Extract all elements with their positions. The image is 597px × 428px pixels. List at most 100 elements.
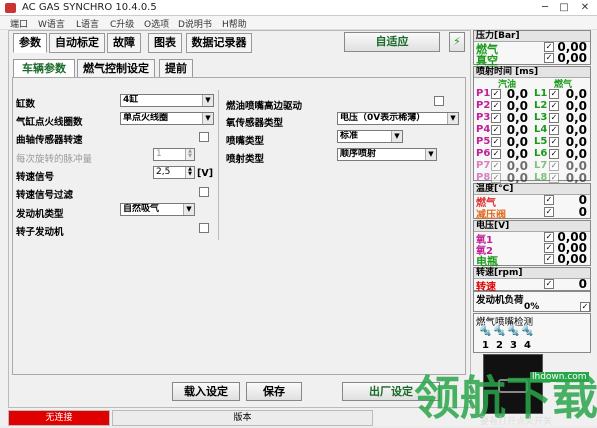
injector-2-icon[interactable]: 🔩 — [493, 326, 505, 337]
tab-faults[interactable]: 故障 — [107, 33, 141, 53]
gas-injector-checkbox[interactable]: ✓ — [549, 137, 559, 147]
label-engine-type: 发动机类型 — [16, 209, 64, 220]
rpm-signal-spinner[interactable]: 2,5 ▲ ▼ — [153, 166, 195, 179]
gas-temp-checkbox[interactable]: ✓ — [544, 195, 554, 205]
pressure-panel: 压力[Bar] 燃气 ✓ 0,00 真空 ✓ 0,00 — [473, 30, 591, 67]
gas-injector-checkbox[interactable]: ✓ — [549, 113, 559, 123]
tab-charts[interactable]: 图表 — [148, 33, 182, 53]
injection-time-panel: 喷射时间 [ms] 汽油 燃气 P1 ✓ 0,0 L1 ✓ 0,0 P2 ✓ 0,0 L2 ✓ 0,0… — [473, 66, 591, 185]
crank-sensor-checkbox[interactable] — [199, 132, 209, 142]
subtab-advance[interactable]: 提前 — [159, 59, 193, 78]
gas-injector-checkbox[interactable]: ✓ — [549, 173, 559, 183]
app-window: AC GAS SYNCHRO 10.4.0.5 ─ □ ✕ 端口 W语言 L语言… — [0, 0, 597, 427]
injector-4-number: 4 — [524, 340, 531, 351]
version-status: 版本 — [112, 410, 373, 426]
gas-injector-label: L4 — [534, 124, 548, 135]
petrol-injector-label: P6 — [476, 148, 491, 159]
vacuum-value: 0,00 — [557, 51, 587, 65]
petrol-injector-label: P5 — [476, 136, 491, 147]
plug-icon[interactable]: ⚡ — [449, 32, 465, 52]
menu-bar: 端口 W语言 L语言 C升级 O选项 D说明书 H帮助 — [0, 16, 597, 30]
menu-port[interactable]: 端口 — [10, 17, 28, 30]
gas-pressure-checkbox[interactable]: ✓ — [544, 42, 554, 52]
menu-help[interactable]: H帮助 — [222, 17, 247, 30]
save-button[interactable]: 保存 — [246, 382, 302, 401]
label-rpm-filter: 转速信号过滤 — [16, 190, 74, 201]
menu-options[interactable]: O选项 — [144, 17, 169, 30]
label-crank-sensor: 曲轴传感器转速 — [16, 135, 83, 146]
injector-1-number: 1 — [482, 340, 489, 351]
voltage-panel: 电压[V] 氧1 ✓ 0,00 氧2 ✓ 0,00 电瓶 ✓ 0,00 — [473, 220, 591, 268]
injector-check-panel: 燃气喷嘴检测 🔩 🔩 🔩 🔩 1 2 3 4 — [473, 313, 591, 353]
petrol-injector-label: P2 — [476, 100, 491, 111]
o2-sensor-value: 电压（0V表示稀薄） — [340, 113, 426, 123]
reducer-temp-value: 0 — [578, 205, 587, 219]
o2-2-checkbox[interactable]: ✓ — [544, 243, 554, 253]
spin-arrows-icon: ▲ ▼ — [185, 167, 194, 178]
window-title: AC GAS SYNCHRO 10.4.0.5 — [22, 2, 157, 13]
menu-w-language[interactable]: W语言 — [38, 17, 65, 30]
gas-injector-checkbox[interactable]: ✓ — [549, 101, 559, 111]
subtab-gas-control[interactable]: 燃气控制设定 — [77, 59, 155, 78]
cylinders-value: 4缸 — [123, 95, 139, 105]
gas-injector-checkbox[interactable]: ✓ — [549, 89, 559, 99]
reducer-temp-label: 减压阀 — [476, 210, 506, 221]
gas-injector-checkbox[interactable]: ✓ — [549, 125, 559, 135]
o2-sensor-select[interactable]: 电压（0V表示稀薄） ▼ — [337, 112, 459, 125]
app-icon — [5, 3, 16, 13]
tab-data-recorder[interactable]: 数据记录器 — [186, 33, 252, 53]
battery-value: 0,00 — [557, 252, 587, 266]
gas-injector-label: L8 — [534, 172, 548, 183]
cylinders-select[interactable]: 4缸 ▼ — [120, 94, 214, 107]
gas-injector-label: L2 — [534, 100, 548, 111]
watermark-subtext: 要有打开点火开关 — [480, 417, 553, 427]
engine-load-panel: 发动机负荷 0% ✓ — [473, 291, 591, 312]
engine-load-header: 发动机负荷 — [476, 295, 524, 306]
injector-3-icon[interactable]: 🔩 — [507, 326, 519, 337]
pulses-spinner[interactable]: 1 ▲ ▼ — [153, 148, 195, 161]
rotary-engine-checkbox[interactable] — [199, 223, 209, 233]
label-ignition-coils: 气缸点火线圈数 — [16, 117, 83, 128]
gas-injector-label: L6 — [534, 148, 548, 159]
label-cylinders: 缸数 — [16, 99, 36, 110]
tab-parameters[interactable]: 参数 — [13, 33, 47, 53]
label-rpm-signal: 转速信号 — [16, 172, 55, 183]
injector-type-select[interactable]: 标准 ▼ — [337, 130, 403, 143]
petrol-injector-label: P8 — [476, 172, 491, 183]
battery-checkbox[interactable]: ✓ — [544, 254, 554, 264]
menu-manual[interactable]: D说明书 — [178, 17, 212, 30]
menu-upgrade[interactable]: C升级 — [110, 17, 134, 30]
injection-type-select[interactable]: 顺序喷射 ▼ — [337, 148, 437, 161]
chevron-down-icon: ▼ — [183, 204, 194, 215]
injection-type-value: 顺序喷射 — [340, 149, 377, 159]
chevron-down-icon: ▼ — [391, 131, 402, 142]
rpm-panel: 转速[rpm] 转速 ✓ 0 — [473, 267, 591, 293]
temperature-panel: 温度[°C] 燃气 ✓ 0 减压阀 ✓ 0 — [473, 183, 591, 221]
rpm-checkbox[interactable]: ✓ — [544, 279, 554, 289]
tab-auto-calibration[interactable]: 自动标定 — [49, 33, 105, 53]
vacuum-checkbox[interactable]: ✓ — [544, 53, 554, 63]
menu-l-language[interactable]: L语言 — [76, 17, 99, 30]
reducer-temp-checkbox[interactable]: ✓ — [544, 207, 554, 217]
injector-type-value: 标准 — [340, 131, 359, 141]
injector-1-icon[interactable]: 🔩 — [479, 326, 491, 337]
column-divider — [218, 90, 219, 240]
gas-injector-label: L1 — [534, 88, 548, 99]
load-settings-button[interactable]: 载入设定 — [172, 382, 240, 401]
engine-load-checkbox[interactable]: ✓ — [580, 302, 590, 312]
rpm-filter-checkbox[interactable] — [199, 187, 209, 197]
minimize-button[interactable]: ─ — [536, 1, 554, 14]
subtab-vehicle-params[interactable]: 车辆参数 — [13, 59, 75, 78]
adapt-button[interactable]: 自适应 — [344, 32, 440, 52]
gas-injector-checkbox[interactable]: ✓ — [549, 149, 559, 159]
o2-1-checkbox[interactable]: ✓ — [544, 232, 554, 242]
engine-type-select[interactable]: 自然吸气 ▼ — [120, 203, 195, 216]
petrol-injector-label: P3 — [476, 112, 491, 123]
highside-drive-checkbox[interactable] — [434, 96, 444, 106]
ignition-coils-select[interactable]: 单点火线圈 ▼ — [120, 112, 214, 125]
close-button[interactable]: ✕ — [576, 1, 594, 14]
injector-4-icon[interactable]: 🔩 — [521, 326, 533, 337]
gas-injector-checkbox[interactable]: ✓ — [549, 161, 559, 171]
maximize-button[interactable]: □ — [555, 1, 573, 14]
label-injection-type: 喷射类型 — [226, 154, 265, 165]
